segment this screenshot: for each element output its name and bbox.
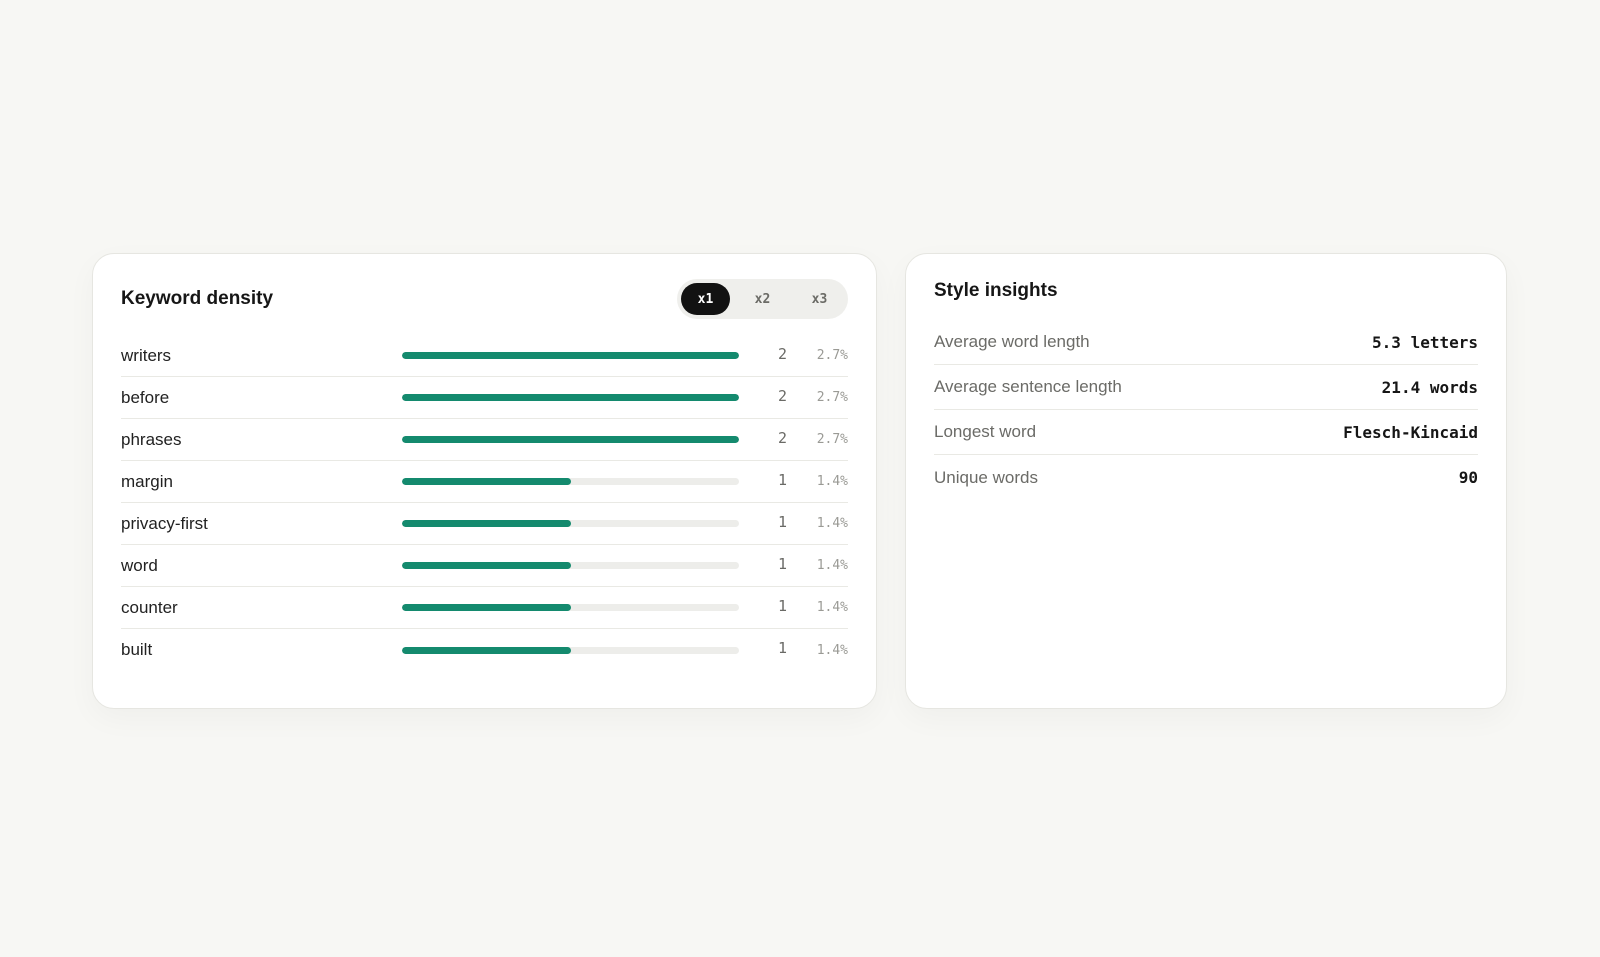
ngram-toggle: x1 x2 x3 — [677, 279, 848, 319]
keyword-row: margin 1 1.4% — [121, 461, 848, 503]
keyword-bar-fill — [402, 436, 739, 443]
keyword-row: privacy-first 1 1.4% — [121, 503, 848, 545]
keyword-count: 2 — [777, 428, 787, 447]
keyword-count: 2 — [777, 386, 787, 405]
style-value: 5.3 letters — [1372, 332, 1478, 352]
keyword-word: counter — [121, 597, 178, 617]
keyword-bar-track — [402, 520, 739, 527]
style-label: Longest word — [934, 422, 1037, 441]
style-insights-list: Average word length 5.3 letters Average … — [934, 320, 1478, 500]
keyword-word: built — [121, 640, 153, 659]
toggle-x2-button[interactable]: x2 — [738, 283, 787, 315]
style-label: Average sentence length — [934, 377, 1122, 396]
keyword-list: writers 2 2.7% before 2 2.7% phrases 2 2… — [121, 335, 848, 671]
keyword-count: 1 — [777, 470, 787, 489]
style-insights-title: Style insights — [934, 280, 1058, 301]
style-insights-card: Style insights Average word length 5.3 l… — [905, 253, 1507, 709]
keyword-word: margin — [121, 471, 173, 491]
keyword-count: 1 — [777, 596, 787, 615]
keyword-percent: 2.7% — [816, 432, 848, 447]
toggle-x1-button[interactable]: x1 — [681, 283, 730, 315]
style-row: Unique words 90 — [934, 455, 1478, 500]
keyword-bar-track — [402, 562, 739, 569]
keyword-word: before — [121, 387, 170, 407]
keyword-count: 1 — [777, 554, 787, 573]
keyword-percent: 2.7% — [816, 390, 848, 405]
keyword-percent: 1.4% — [816, 558, 848, 573]
style-label: Average word length — [934, 332, 1090, 351]
keyword-bar-fill — [402, 394, 739, 401]
keyword-row: before 2 2.7% — [121, 377, 848, 419]
style-row: Average sentence length 21.4 words — [934, 365, 1478, 410]
keyword-row: phrases 2 2.7% — [121, 419, 848, 461]
keyword-bar-fill — [402, 562, 571, 569]
keyword-percent: 1.4% — [816, 600, 848, 615]
keyword-bar-fill — [402, 604, 571, 611]
keyword-bar-track — [402, 436, 739, 443]
keyword-bar-track — [402, 646, 739, 654]
style-row: Average word length 5.3 letters — [934, 320, 1478, 365]
keyword-density-title: Keyword density — [121, 288, 274, 309]
keyword-bar-fill — [402, 520, 571, 527]
style-value: Flesch-Kincaid — [1343, 422, 1478, 442]
style-row: Longest word Flesch-Kincaid — [934, 410, 1478, 455]
keyword-density-header: Keyword density x1 x2 x3 — [121, 279, 848, 319]
keyword-bar-fill — [402, 646, 571, 654]
keyword-percent: 2.7% — [816, 348, 848, 363]
keyword-density-card: Keyword density x1 x2 x3 writers 2 2.7% … — [92, 253, 877, 709]
style-value: 90 — [1458, 468, 1478, 487]
style-label: Unique words — [934, 467, 1038, 487]
keyword-word: word — [121, 555, 158, 575]
keyword-bar-track — [402, 394, 739, 401]
toggle-x3-button[interactable]: x3 — [795, 283, 844, 315]
keyword-percent: 1.4% — [816, 516, 848, 531]
keyword-bar-fill — [402, 352, 739, 359]
keyword-count: 2 — [777, 344, 787, 363]
keyword-percent: 1.4% — [816, 474, 848, 489]
style-value: 21.4 words — [1381, 377, 1478, 397]
keyword-row: built 1 1.4% — [121, 629, 848, 671]
keyword-word: writers — [121, 345, 172, 365]
keyword-count: 1 — [777, 639, 787, 657]
keyword-word: privacy-first — [121, 513, 208, 533]
keyword-word: phrases — [121, 429, 182, 449]
keyword-row: counter 1 1.4% — [121, 587, 848, 629]
keyword-bar-track — [402, 604, 739, 611]
keyword-bar-track — [402, 478, 739, 485]
keyword-bar-fill — [402, 478, 571, 485]
keyword-percent: 1.4% — [816, 642, 848, 658]
keyword-count: 1 — [777, 512, 787, 531]
keyword-row: writers 2 2.7% — [121, 335, 848, 377]
keyword-row: word 1 1.4% — [121, 545, 848, 587]
keyword-bar-track — [402, 352, 739, 359]
